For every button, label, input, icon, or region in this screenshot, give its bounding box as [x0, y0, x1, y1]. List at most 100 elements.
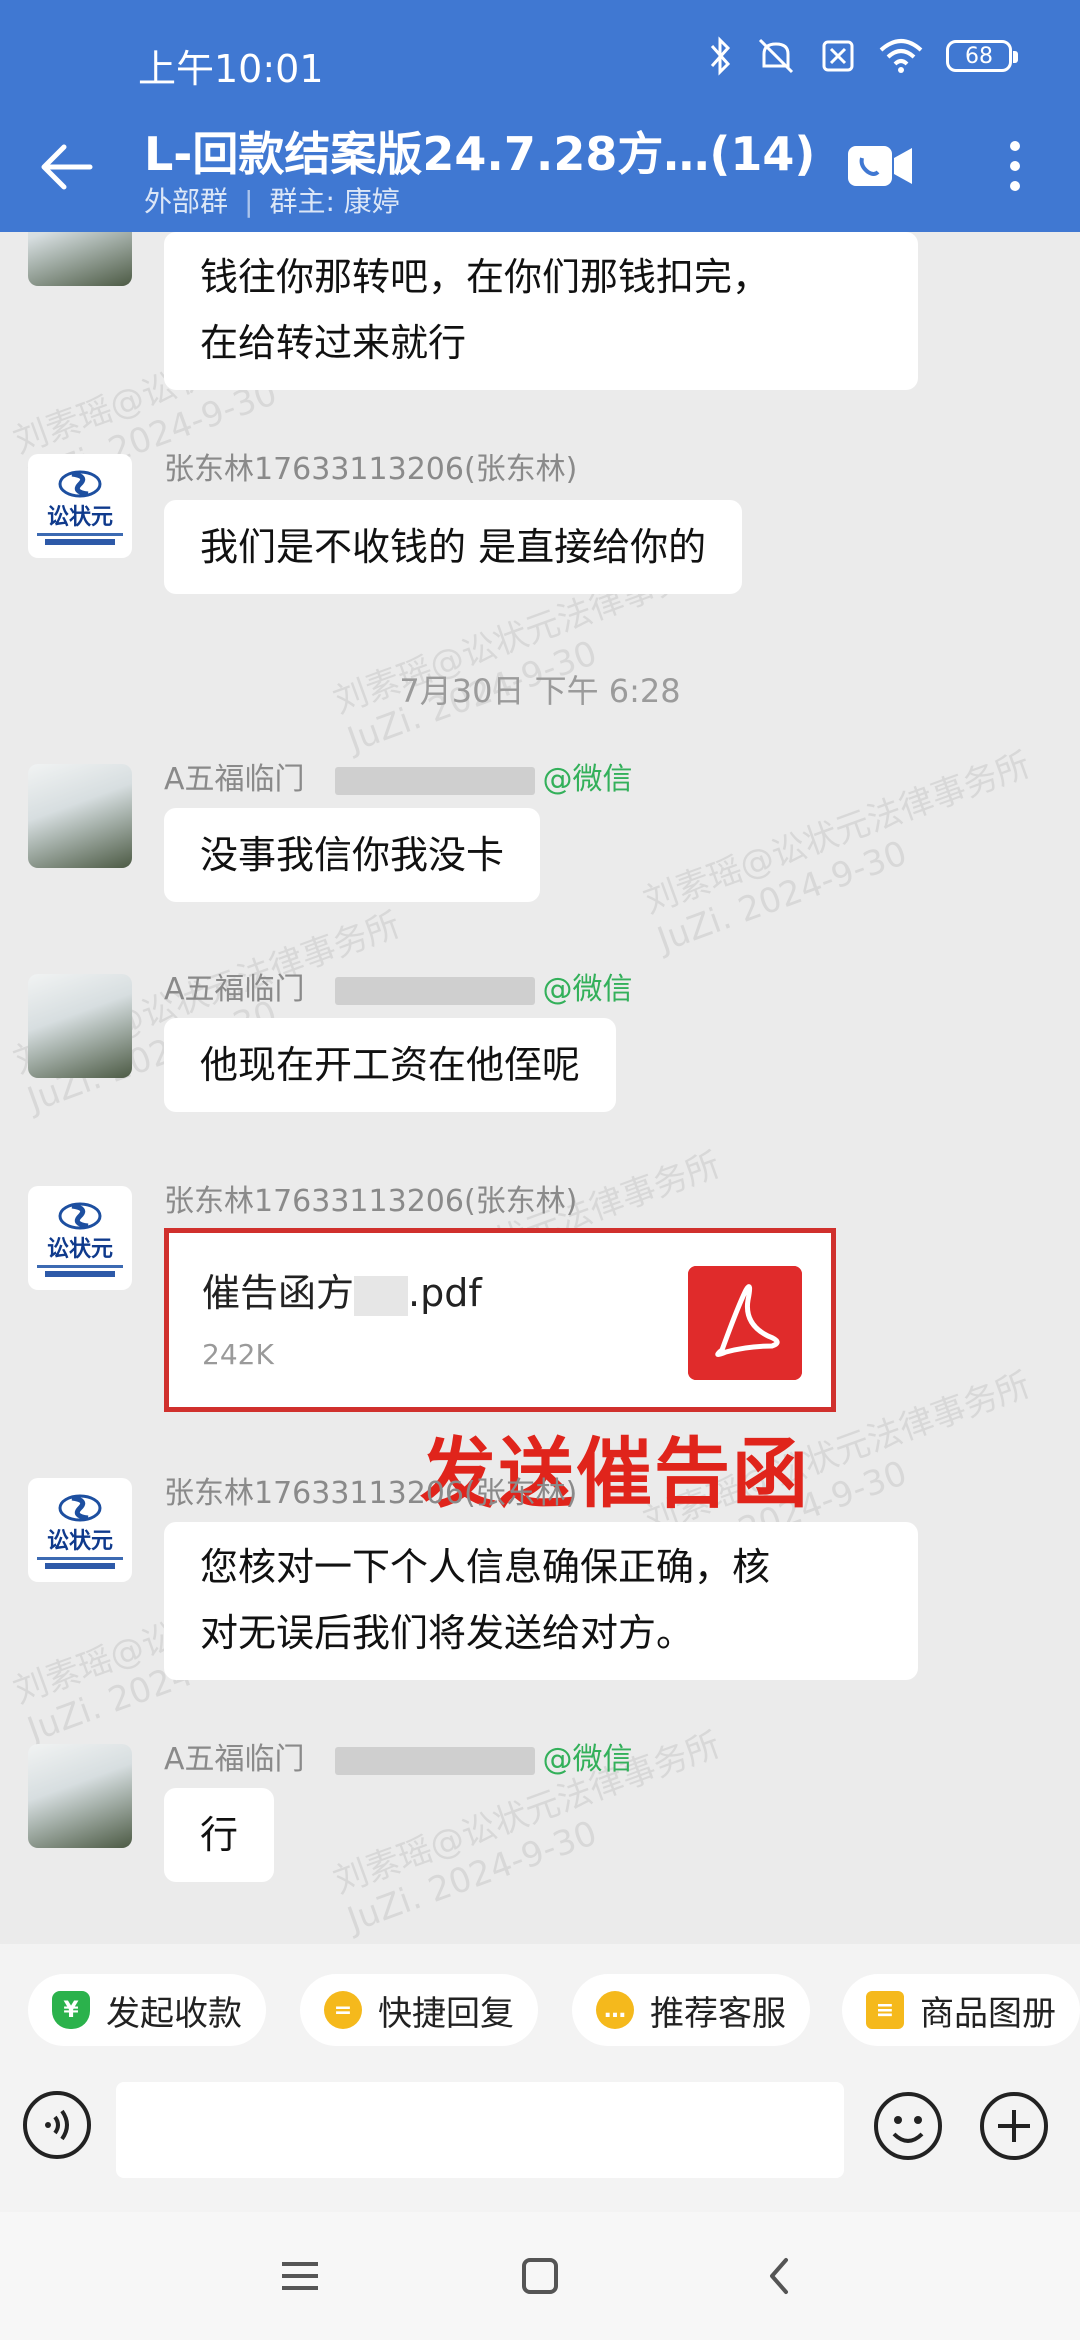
chip-label: 商品图册 [920, 1993, 1056, 2034]
quick-action-bar: ¥ 发起收款 = 快捷回复 … 推荐客服 ≡ 商品图册 [0, 1944, 1080, 2062]
logo-text: 讼状元 [46, 1237, 113, 1262]
sender-name-row: A五福临门 @微信 [164, 754, 633, 798]
watermark-line2: JuZi. 2024-9-30 [652, 832, 913, 961]
chat-message-list[interactable]: 刘素瑶@讼状元法律事务所JuZi. 2024-9-30 刘素瑶@讼状元法律事务所… [0, 232, 1080, 1944]
chip-label: 快捷回复 [378, 1993, 514, 2034]
quick-action-payment[interactable]: ¥ 发起收款 [28, 1974, 266, 2046]
message-input-bar [0, 2062, 1080, 2212]
sender-name: 张东林17633113206(张东林) [164, 1476, 578, 1511]
pdf-icon [688, 1266, 802, 1380]
message-text-line: 钱往你那转吧，在你们那钱扣完， [200, 255, 771, 299]
quick-reply-icon: = [324, 1991, 362, 2029]
sender-name: 张东林17633113206(张东林) [164, 1184, 578, 1219]
chip-label: 推荐客服 [650, 1993, 786, 2034]
logo-mark-icon [58, 1202, 102, 1230]
sender-name: 张东林17633113206(张东林) [164, 452, 578, 487]
message-bubble[interactable]: 没事我信你我没卡 [164, 808, 541, 902]
file-message-card[interactable]: 催告函方 .pdf 242K [164, 1232, 836, 1412]
message-text-line: 您核对一下个人信息确保正确，核 [200, 1545, 771, 1589]
chat-subtitle: 外部群 | 群主: 康婷 [144, 180, 400, 220]
video-call-icon[interactable] [846, 140, 916, 192]
plus-icon[interactable] [978, 2090, 1050, 2162]
redacted-name [334, 766, 535, 795]
status-time: 上午10:01 [138, 47, 324, 91]
battery-icon: 68 [946, 40, 1018, 72]
wechat-tag: @微信 [542, 972, 633, 1007]
logo-bar [45, 1563, 115, 1569]
message-bubble[interactable]: 他现在开工资在他侄呢 [164, 1018, 617, 1112]
status-bar: 上午10:01 68 [0, 0, 1080, 120]
sender-name-row: A五福临门 @微信 [164, 964, 633, 1008]
wechat-tag: @微信 [542, 1742, 633, 1777]
logo-bar [45, 539, 115, 545]
file-name-base: 催告函方 [202, 1271, 355, 1315]
avatar[interactable] [28, 1744, 132, 1848]
message-text-line: 在给转过来就行 [200, 321, 467, 365]
message-bubble[interactable]: 钱往你那转吧，在你们那钱扣完， 在给转过来就行 [164, 232, 918, 390]
logo-mark-icon [58, 470, 102, 498]
service-icon: … [596, 1991, 634, 2029]
watermark: 刘素瑶@讼状元法律事务所JuZi. 2024-9-30 [638, 745, 1049, 961]
watermark-line1: 刘素瑶@讼状元法律事务所 [638, 744, 1036, 922]
group-owner-label: 群主: 康婷 [269, 185, 400, 218]
message-text-line: 没事我信你我没卡 [200, 833, 505, 877]
message-bubble[interactable]: 您核对一下个人信息确保正确，核 对无误后我们将发送给对方。 [164, 1522, 918, 1680]
redacted-name [334, 1746, 535, 1775]
avatar[interactable]: 讼状元 [28, 1186, 132, 1290]
system-nav-bar [0, 2212, 1080, 2340]
avatar[interactable] [28, 232, 132, 286]
catalog-icon: ≡ [866, 1991, 904, 2029]
sim-off-icon [822, 40, 854, 72]
redacted-name [334, 976, 535, 1005]
watermark-line2: JuZi. 2024-9-30 [342, 1812, 603, 1941]
payment-shield-icon: ¥ [52, 1991, 90, 2029]
logo-line [37, 1557, 123, 1560]
logo-line [37, 1265, 123, 1268]
sender-name: A五福临门 [164, 1742, 305, 1777]
group-type-label: 外部群 [144, 185, 229, 218]
status-icons: 68 [708, 36, 1018, 76]
message-text-line: 他现在开工资在他侄呢 [200, 1043, 581, 1087]
battery-level: 68 [965, 43, 993, 69]
avatar[interactable] [28, 764, 132, 868]
logo-bar [45, 1271, 115, 1277]
avatar[interactable]: 讼状元 [28, 1478, 132, 1582]
message-text-line: 行 [200, 1813, 239, 1857]
message-input[interactable] [116, 2082, 844, 2178]
logo-text: 讼状元 [46, 1529, 113, 1554]
message-text-line: 对无误后我们将发送给对方。 [200, 1611, 695, 1655]
message-bubble[interactable]: 行 [164, 1788, 275, 1882]
emoji-icon[interactable] [872, 2090, 944, 2162]
chat-header: 上午10:01 68 L-回款结案版24.7.28方…(14) 外部群 | 群主: … [0, 0, 1080, 232]
back-nav-icon[interactable] [752, 2248, 808, 2304]
quick-action-quick-reply[interactable]: = 快捷回复 [300, 1974, 538, 2046]
back-arrow-icon[interactable] [34, 135, 98, 199]
sender-name-row: A五福临门 @微信 [164, 1734, 633, 1778]
wechat-tag: @微信 [542, 762, 633, 797]
time-divider: 7月30日 下午 6:28 [399, 672, 681, 710]
message-text-line: 我们是不收钱的 是直接给你的 [200, 525, 707, 569]
file-extension: .pdf [408, 1271, 482, 1315]
home-icon[interactable] [512, 2248, 568, 2304]
file-name: 催告函方 .pdf [202, 1262, 482, 1317]
avatar[interactable] [28, 974, 132, 1078]
mute-icon [758, 38, 794, 74]
sender-name: A五福临门 [164, 972, 305, 1007]
file-size: 242K [202, 1338, 274, 1371]
sender-name: A五福临门 [164, 762, 305, 797]
quick-action-catalog[interactable]: ≡ 商品图册 [842, 1974, 1080, 2046]
redacted-filename [354, 1275, 409, 1316]
more-vertical-icon[interactable] [1000, 136, 1030, 196]
voice-input-icon[interactable] [22, 2090, 92, 2160]
logo-mark-icon [58, 1494, 102, 1522]
menu-icon[interactable] [272, 2248, 328, 2304]
avatar[interactable]: 讼状元 [28, 454, 132, 558]
logo-line [37, 533, 123, 536]
bluetooth-icon [710, 36, 731, 76]
chat-title: L-回款结案版24.7.28方…(14) [144, 127, 816, 181]
quick-action-service[interactable]: … 推荐客服 [572, 1974, 810, 2046]
subtitle-divider: | [244, 185, 254, 218]
chip-label: 发起收款 [106, 1993, 242, 2034]
message-bubble[interactable]: 我们是不收钱的 是直接给你的 [164, 500, 743, 594]
logo-text: 讼状元 [46, 505, 113, 530]
